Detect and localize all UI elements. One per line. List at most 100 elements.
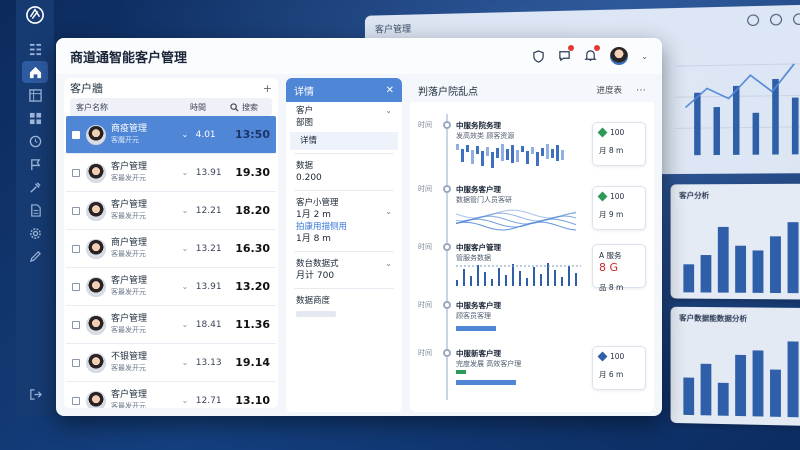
bg-card-data-title: 客户数据能数据分析	[671, 307, 800, 331]
wave-chart	[456, 204, 576, 234]
row-value: 16.30	[235, 242, 270, 255]
row-checkbox[interactable]	[72, 321, 80, 329]
home-icon[interactable]	[22, 61, 48, 83]
detail-label: 客户小管理	[296, 197, 392, 209]
row-checkbox[interactable]	[72, 359, 80, 367]
timeline-node	[443, 243, 451, 251]
row-name: 客户管理 客最发开元	[111, 390, 174, 409]
row-value: 18.20	[235, 204, 270, 217]
gear-icon[interactable]	[22, 222, 48, 244]
search-control[interactable]: 搜索	[230, 102, 258, 113]
document-icon[interactable]	[22, 199, 48, 221]
chevron-down-icon[interactable]: ⌄	[174, 130, 196, 139]
avatar	[86, 125, 106, 145]
timeline-title: 判落户院乱点	[418, 83, 478, 98]
kpi-card[interactable]: A 服务 8 G 品 8 m	[592, 244, 646, 288]
detail-value: 0.200	[296, 172, 392, 184]
row-date: 13.13	[196, 358, 235, 368]
customer-sub: 客最发开元	[111, 401, 174, 409]
kpi-value: 100	[610, 192, 624, 201]
detail-section-degree: 数据商度	[286, 292, 402, 320]
progress-tab[interactable]: 进度表	[596, 84, 622, 96]
table-row[interactable]: 商疫管理 客魔开元 ⌄ 4.01 13:50	[66, 116, 276, 154]
detail-section-manage[interactable]: 客户小管理 1月 2 m ⌄ 拍康用描侧用 1月 8 m	[286, 194, 402, 248]
detail-title: 详情	[294, 83, 314, 98]
timeline-item-title: 中服务客户理	[456, 184, 501, 195]
diamond-icon	[598, 352, 608, 362]
kpi-sub: 月 9 m	[599, 209, 639, 220]
kpi-card[interactable]: 100 月 6 m	[592, 346, 646, 390]
detail-tab-active[interactable]: 详情	[290, 132, 398, 150]
row-checkbox[interactable]	[72, 245, 80, 253]
chevron-down-icon[interactable]: ⌄	[174, 282, 196, 291]
kpi-card[interactable]: 100 月 9 m	[592, 186, 646, 230]
row-checkbox[interactable]	[72, 283, 80, 291]
user-avatar[interactable]	[610, 47, 628, 65]
table-row[interactable]: 客户管理 客最发开元 ⌄ 13.91 13.20	[66, 268, 276, 306]
detail-link[interactable]: 拍康用描侧用	[296, 221, 392, 233]
customer-name: 商疫管理	[111, 124, 174, 135]
detail-label: 客户	[296, 105, 392, 117]
table-row[interactable]: 客户管理 客最发开元 ⌄ 12.21 18.20	[66, 192, 276, 230]
tools-icon[interactable]	[22, 176, 48, 198]
bar	[770, 369, 781, 416]
table-row[interactable]: 客户管理 客最发开元 ⌄ 18.41 11.36	[66, 306, 276, 344]
bg-card-data: 客户数据能数据分析	[671, 307, 800, 426]
row-checkbox[interactable]	[72, 397, 80, 405]
grid-icon[interactable]	[22, 38, 48, 60]
chevron-down-icon[interactable]: ⌄	[641, 52, 648, 61]
chevron-down-icon[interactable]: ⌄	[174, 358, 196, 367]
bar	[701, 364, 712, 416]
avatar	[86, 353, 106, 373]
message-icon[interactable]	[558, 47, 571, 66]
table-row[interactable]: 客户管理 客最发开元 ⌄ 12.71 13.10	[66, 382, 276, 408]
detail-label: 数据商度	[296, 295, 392, 307]
customer-sub: 客最发开元	[111, 287, 174, 298]
row-checkbox[interactable]	[72, 131, 80, 139]
chevron-down-icon[interactable]: ⌄	[174, 244, 196, 253]
flag-icon[interactable]	[22, 153, 48, 175]
kpi-sub: 月 6 m	[599, 369, 639, 380]
row-value: 19.30	[235, 166, 270, 179]
table-icon[interactable]	[22, 84, 48, 106]
timeline-date: 时间	[418, 300, 432, 310]
timeline-date: 时间	[418, 348, 432, 358]
shield-icon[interactable]	[532, 50, 545, 63]
chevron-down-icon[interactable]: ⌄	[174, 320, 196, 329]
chevron-down-icon[interactable]: ⌄	[174, 396, 196, 405]
bell-icon[interactable]	[584, 47, 597, 66]
column-name[interactable]: 客户名称	[70, 102, 190, 113]
customer-name: 客户管理	[111, 200, 174, 211]
candle-chart	[456, 140, 576, 170]
column-date[interactable]: 時間	[190, 102, 230, 113]
list-column-header: 客户名称 時間 搜索	[70, 98, 272, 116]
chevron-down-icon: ⌄	[385, 206, 392, 218]
more-icon[interactable]: ⋯	[636, 85, 646, 96]
row-value: 13:50	[235, 128, 270, 141]
clock-icon[interactable]	[22, 130, 48, 152]
close-icon[interactable]: ✕	[386, 85, 394, 96]
kpi-card[interactable]: 100 月 8 m	[592, 122, 646, 166]
table-row[interactable]: 客户管理 客最发开元 ⌄ 13.91 19.30	[66, 154, 276, 192]
table-row[interactable]: 不银管理 客最发开元 ⌄ 13.13 19.14	[66, 344, 276, 382]
chevron-down-icon[interactable]: ⌄	[174, 206, 196, 215]
diamond-icon	[598, 128, 608, 138]
customer-sub: 客最发开元	[111, 363, 174, 374]
exit-icon[interactable]	[22, 383, 48, 405]
apps-icon[interactable]	[22, 107, 48, 129]
detail-section-platform[interactable]: 数台数据式 月计 700 ⌄	[286, 255, 402, 285]
table-row[interactable]: 商户管理 客最发开元 ⌄ 13.21 16.30	[66, 230, 276, 268]
timeline-date: 时间	[418, 184, 432, 194]
row-checkbox[interactable]	[72, 169, 80, 177]
row-value: 11.36	[235, 318, 270, 331]
detail-section-customer[interactable]: 客户 部图 ⌄	[286, 102, 402, 132]
row-checkbox[interactable]	[72, 207, 80, 215]
edit-icon[interactable]	[22, 245, 48, 267]
chevron-down-icon[interactable]: ⌄	[174, 168, 196, 177]
customer-sub: 客魔开元	[111, 135, 174, 146]
window-header: 商道通智能客户管理 ⌄	[56, 38, 662, 74]
bar	[683, 264, 694, 292]
search-icon	[230, 103, 239, 112]
add-button[interactable]: +	[263, 82, 272, 95]
timeline-item-title: 中服务院务理	[456, 120, 501, 131]
